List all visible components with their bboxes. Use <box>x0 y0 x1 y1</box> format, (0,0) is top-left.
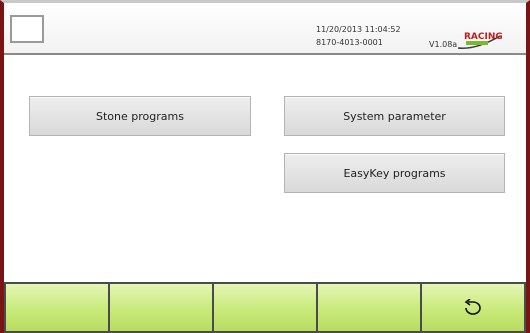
header-bar: 11/20/2013 11:04:52 8170-4013-0001 V1.08… <box>4 3 526 55</box>
svg-text:RACING: RACING <box>464 32 502 42</box>
racing-logo-icon: RACING <box>457 32 502 49</box>
footer-button-4[interactable] <box>316 282 422 333</box>
footer-button-3[interactable] <box>212 282 318 333</box>
back-button[interactable] <box>420 282 526 333</box>
datetime-label: 11/20/2013 11:04:52 <box>316 25 401 34</box>
header-status-box[interactable] <box>10 15 44 43</box>
footer-bar <box>4 282 526 333</box>
version-label: V1.08a <box>429 40 458 49</box>
system-parameter-button[interactable]: System parameter <box>284 96 505 136</box>
header-info: 11/20/2013 11:04:52 8170-4013-0001 <box>316 23 401 49</box>
serial-label: 8170-4013-0001 <box>316 38 383 47</box>
footer-button-2[interactable] <box>108 282 214 333</box>
back-arrow-icon <box>464 298 481 315</box>
easykey-programs-button[interactable]: EasyKey programs <box>284 153 505 193</box>
stone-programs-button[interactable]: Stone programs <box>29 96 251 136</box>
footer-button-1[interactable] <box>4 282 110 333</box>
